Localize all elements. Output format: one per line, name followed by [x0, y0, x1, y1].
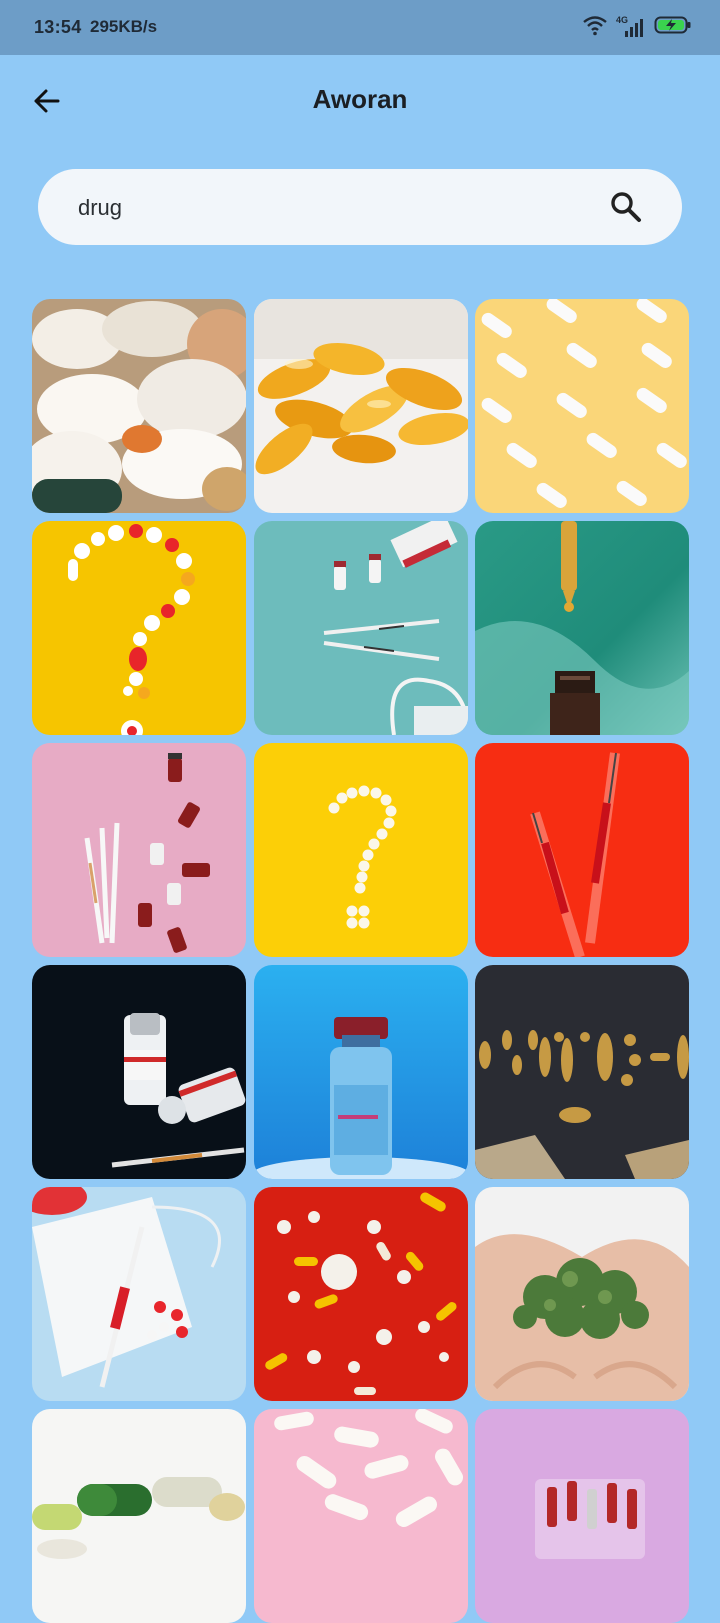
image-result-pills-red[interactable] — [253, 1187, 468, 1401]
image-result-red-syringes[interactable] — [475, 743, 689, 957]
image-result-green-capsules[interactable] — [32, 1409, 246, 1623]
status-time: 13:54 — [34, 17, 82, 37]
image-result-ampoules-purple[interactable] — [475, 1409, 689, 1623]
image-result-hands-cannabis[interactable] — [475, 1187, 689, 1401]
image-result-amber-softgels[interactable] — [253, 299, 468, 513]
image-result-covid-vial-blue[interactable] — [253, 965, 468, 1179]
signal-icon: 4G — [616, 15, 646, 39]
image-result-dropper-bottle[interactable] — [475, 521, 689, 735]
image-result-covid-vials-black[interactable] — [32, 965, 246, 1179]
status-icons: 4G — [582, 14, 692, 40]
status-network-speed: 295KB/s — [90, 17, 158, 36]
image-results-grid — [32, 299, 689, 1623]
image-result-vials-syringes-teal[interactable] — [253, 521, 468, 735]
image-result-mask-syringe[interactable] — [32, 1187, 246, 1401]
image-result-capsules-pink[interactable] — [253, 1409, 468, 1623]
battery-charging-icon — [654, 15, 692, 40]
search-icon — [611, 192, 641, 222]
wifi-icon — [582, 14, 608, 41]
search-bar — [38, 169, 682, 245]
status-bar: 13:54 295KB/s 4G — [0, 0, 720, 55]
image-result-white-question-mark[interactable] — [253, 743, 468, 957]
page-title: Aworan — [312, 84, 408, 114]
search-input[interactable] — [76, 187, 600, 229]
search-button[interactable] — [608, 189, 644, 225]
image-result-covid-lettering[interactable] — [475, 965, 689, 1179]
app-bar: Aworan — [0, 55, 720, 145]
image-result-capsules-yellow[interactable] — [475, 299, 689, 513]
image-result-syringes-pink[interactable] — [32, 743, 246, 957]
image-result-white-pills[interactable] — [32, 299, 246, 513]
image-result-pill-question-mark[interactable] — [32, 521, 246, 735]
